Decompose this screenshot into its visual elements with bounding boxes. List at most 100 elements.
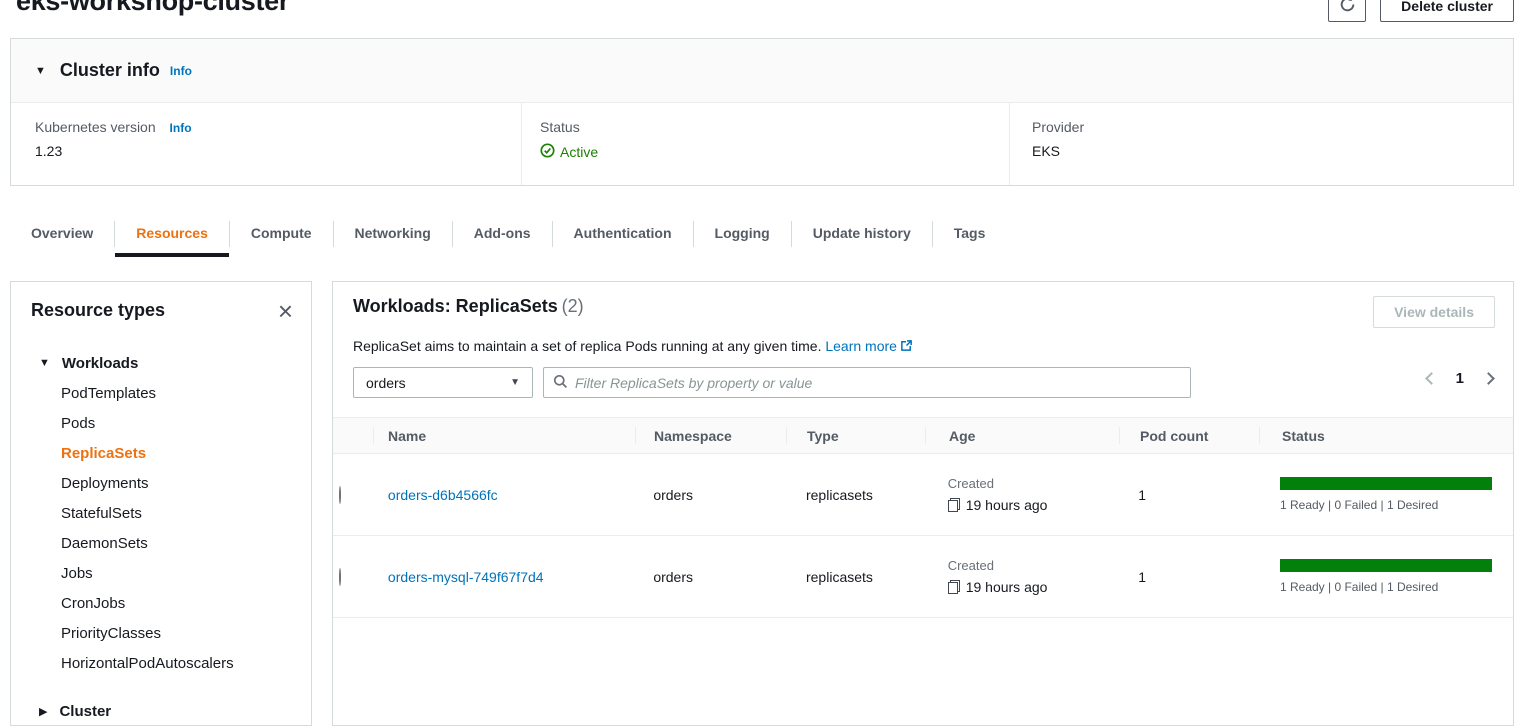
sidebar-item-jobs[interactable]: Jobs xyxy=(11,559,311,589)
column-header-name[interactable]: Name xyxy=(373,418,635,453)
tab-networking[interactable]: Networking xyxy=(334,211,452,257)
cluster-info-body: Kubernetes version Info 1.23 Status Acti… xyxy=(11,103,1513,185)
sidebar-item-horizontalpodautoscalers[interactable]: HorizontalPodAutoscalers xyxy=(11,649,311,679)
status-value: Active xyxy=(560,144,598,160)
cell-namespace: orders xyxy=(634,569,785,585)
current-page[interactable]: 1 xyxy=(1456,370,1464,387)
replicasets-table: Name Namespace Type Age Pod count Status… xyxy=(333,417,1513,618)
cell-age: Created 19 hours ago xyxy=(924,476,1118,513)
column-header-namespace[interactable]: Namespace xyxy=(635,418,786,453)
status-text: 1 Ready | 0 Failed | 1 Desired xyxy=(1280,498,1492,512)
table-row: orders-mysql-749f67f7d4 orders replicase… xyxy=(333,536,1513,618)
cluster-info-info-link[interactable]: Info xyxy=(170,64,192,78)
delete-cluster-button[interactable]: Delete cluster xyxy=(1380,0,1514,22)
namespace-select[interactable]: orders ▼ xyxy=(353,367,533,398)
cluster-info-header[interactable]: ▼ Cluster info Info xyxy=(11,39,1513,103)
refresh-icon xyxy=(1339,0,1356,16)
table-row: orders-d6b4566fc orders replicasets Crea… xyxy=(333,454,1513,536)
panel-count: (2) xyxy=(562,296,584,316)
cell-type: replicasets xyxy=(785,487,924,503)
sidebar-item-cronjobs[interactable]: CronJobs xyxy=(11,589,311,619)
replicaset-name-link[interactable]: orders-mysql-749f67f7d4 xyxy=(388,569,544,585)
search-icon xyxy=(553,374,568,392)
replicasets-panel: Workloads: ReplicaSets (2) View details … xyxy=(332,281,1514,726)
age-created-label: Created xyxy=(948,476,1118,491)
chevron-down-icon: ▼ xyxy=(510,377,520,388)
status-label: Status xyxy=(540,119,1009,135)
sidebar-item-replicasets[interactable]: ReplicaSets xyxy=(11,439,311,469)
resource-types-sidebar: Resource types × ▼ Workloads PodTemplate… xyxy=(10,281,312,726)
kubernetes-version-label: Kubernetes version xyxy=(35,119,156,135)
status-bar xyxy=(1280,477,1492,490)
resource-tree: ▼ Workloads PodTemplates Pods ReplicaSet… xyxy=(11,347,311,727)
age-value: 19 hours ago xyxy=(966,497,1048,513)
learn-more-link[interactable]: Learn more xyxy=(825,338,897,354)
sidebar-item-statefulsets[interactable]: StatefulSets xyxy=(11,499,311,529)
copy-icon[interactable] xyxy=(948,498,960,512)
column-header-pod-count[interactable]: Pod count xyxy=(1119,418,1259,453)
pagination: 1 xyxy=(1427,370,1493,387)
provider-label: Provider xyxy=(1032,119,1513,135)
close-icon[interactable]: × xyxy=(278,301,293,321)
collapse-caret-icon[interactable]: ▼ xyxy=(35,65,46,77)
cell-namespace: orders xyxy=(634,487,785,503)
previous-page-icon[interactable] xyxy=(1425,372,1438,385)
next-page-icon[interactable] xyxy=(1482,372,1495,385)
cell-status: 1 Ready | 0 Failed | 1 Desired xyxy=(1257,559,1513,594)
status-field: Status Active xyxy=(521,103,1009,185)
namespace-select-value: orders xyxy=(366,375,406,391)
sidebar-group-cluster[interactable]: ▶ Cluster xyxy=(11,695,311,727)
sidebar-item-podtemplates[interactable]: PodTemplates xyxy=(11,379,311,409)
cluster-info-panel: ▼ Cluster info Info Kubernetes version I… xyxy=(10,38,1514,186)
tab-overview[interactable]: Overview xyxy=(10,211,114,257)
refresh-button[interactable] xyxy=(1328,0,1366,22)
kubernetes-version-value: 1.23 xyxy=(35,143,521,159)
provider-value: EKS xyxy=(1032,143,1513,159)
cell-type: replicasets xyxy=(785,569,924,585)
tab-authentication[interactable]: Authentication xyxy=(553,211,693,257)
status-text: 1 Ready | 0 Failed | 1 Desired xyxy=(1280,580,1492,594)
tab-resources[interactable]: Resources xyxy=(115,211,229,257)
tab-logging[interactable]: Logging xyxy=(694,211,791,257)
row-radio-button[interactable] xyxy=(339,486,341,504)
sidebar-item-priorityclasses[interactable]: PriorityClasses xyxy=(11,619,311,649)
view-details-button[interactable]: View details xyxy=(1373,296,1495,328)
sidebar-group-label: Workloads xyxy=(62,355,138,372)
sidebar-group-workloads[interactable]: ▼ Workloads xyxy=(11,347,311,379)
cell-status: 1 Ready | 0 Failed | 1 Desired xyxy=(1257,477,1513,512)
kubernetes-version-info-link[interactable]: Info xyxy=(170,121,192,135)
cell-pod-count: 1 xyxy=(1117,569,1257,585)
copy-icon[interactable] xyxy=(948,580,960,594)
age-created-label: Created xyxy=(948,558,1118,573)
sidebar-group-label: Cluster xyxy=(59,703,111,720)
column-header-status[interactable]: Status xyxy=(1259,418,1513,453)
sidebar-item-deployments[interactable]: Deployments xyxy=(11,469,311,499)
tab-update-history[interactable]: Update history xyxy=(792,211,932,257)
selection-column-header xyxy=(333,418,373,453)
row-radio-button[interactable] xyxy=(339,568,341,586)
tab-compute[interactable]: Compute xyxy=(230,211,333,257)
replicaset-name-link[interactable]: orders-d6b4566fc xyxy=(388,487,498,503)
column-header-type[interactable]: Type xyxy=(786,418,925,453)
tab-add-ons[interactable]: Add-ons xyxy=(453,211,552,257)
header-actions: Delete cluster xyxy=(1328,0,1514,22)
status-bar xyxy=(1280,559,1492,572)
external-link-icon xyxy=(900,339,913,355)
sidebar-item-daemonsets[interactable]: DaemonSets xyxy=(11,529,311,559)
page-title: eks-workshop-cluster xyxy=(16,0,289,17)
kubernetes-version-field: Kubernetes version Info 1.23 xyxy=(11,103,521,185)
filter-search-input[interactable] xyxy=(575,375,1181,391)
tab-tags[interactable]: Tags xyxy=(933,211,1007,257)
cell-age: Created 19 hours ago xyxy=(924,558,1118,595)
status-check-icon xyxy=(540,143,555,161)
cluster-tabs: Overview Resources Compute Networking Ad… xyxy=(10,211,1006,257)
cell-pod-count: 1 xyxy=(1117,487,1257,503)
panel-title: Workloads: ReplicaSets xyxy=(353,296,558,316)
age-value: 19 hours ago xyxy=(966,579,1048,595)
column-header-age[interactable]: Age xyxy=(925,418,1119,453)
provider-field: Provider EKS xyxy=(1009,103,1513,185)
sidebar-title: Resource types xyxy=(31,300,165,321)
chevron-down-icon: ▼ xyxy=(39,357,50,369)
sidebar-item-pods[interactable]: Pods xyxy=(11,409,311,439)
filter-search xyxy=(543,367,1191,398)
